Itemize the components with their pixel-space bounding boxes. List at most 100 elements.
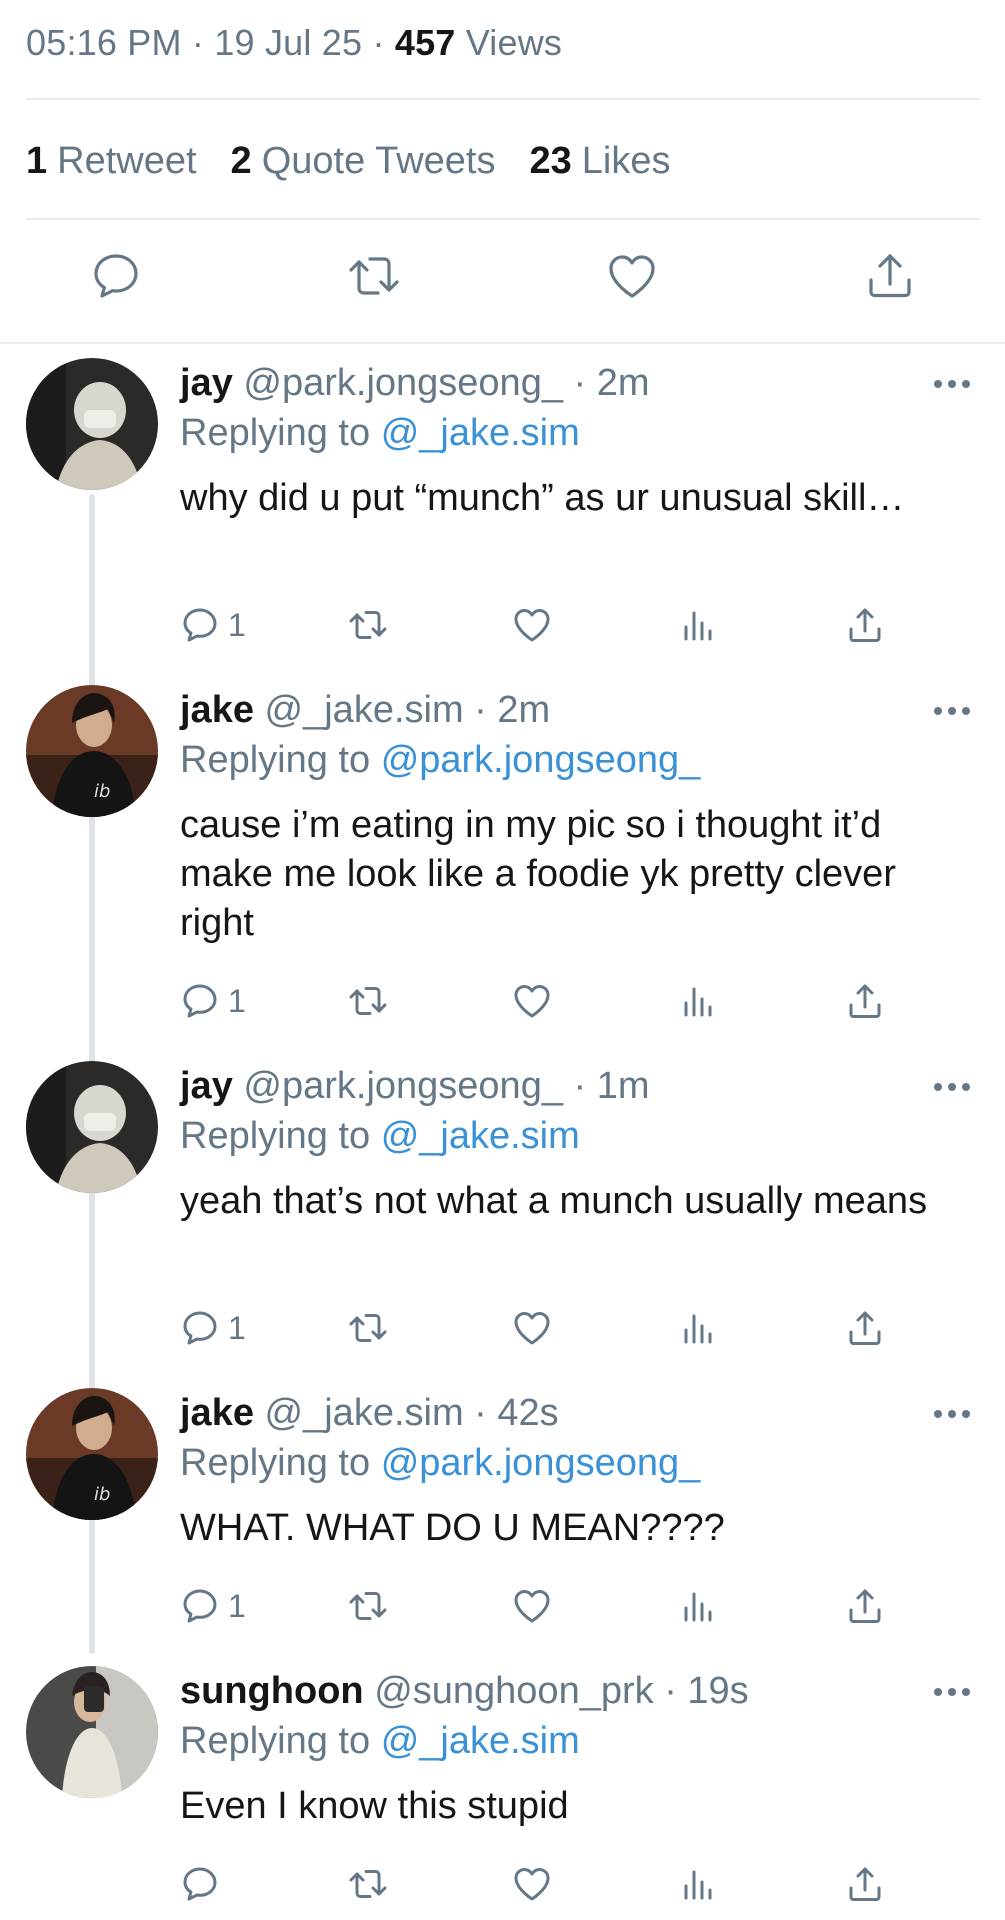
reply-icon [183,1867,217,1901]
reply-count: 1 [228,606,246,643]
user-handle[interactable]: @park.jongseong_ [243,362,563,404]
reply-count: 1 [228,982,246,1019]
views-button[interactable] [678,603,718,647]
reply-text: why did u put “munch” as ur unusual skil… [180,477,905,519]
avatar[interactable] [26,1666,158,1798]
reply-icon [183,984,217,1018]
tweet-date: 19 Jul 25 [214,22,363,63]
reply-header: sunghoon @sunghoon_prk · 19s [180,1670,749,1712]
more-options-icon[interactable] [934,1083,970,1093]
share-icon [849,1867,881,1901]
reply-button[interactable] [180,1862,228,1906]
more-options-icon[interactable] [934,380,970,390]
replying-to: Replying to @_jake.sim [180,1720,580,1762]
share-button[interactable] [845,603,885,647]
reply-time: 1m [596,1065,650,1107]
retweets-stat[interactable]: 1 Retweet [26,140,197,183]
avatar[interactable]: ib [26,685,158,817]
like-icon[interactable] [604,248,660,304]
views-count: 457 [394,22,456,63]
reply-tweet[interactable]: sunghoon @sunghoon_prk · 19s Replying to… [0,1666,1005,1866]
user-handle[interactable]: @_jake.sim [265,1392,464,1434]
share-button[interactable] [845,1306,885,1350]
tweet-time: 05:16 PM [26,22,182,63]
retweet-icon[interactable] [346,248,402,304]
reply-header: jay @park.jongseong_ · 1m [180,1065,650,1107]
share-button[interactable] [845,979,885,1023]
retweet-icon [349,1314,387,1342]
analytics-icon [684,611,712,641]
reply-action-bar: 1 [0,979,1005,1029]
replying-to-link[interactable]: @_jake.sim [381,1115,580,1157]
more-options-icon[interactable] [934,1688,970,1698]
avatar[interactable] [26,358,158,490]
tweet-stats: 1 Retweet 2 Quote Tweets 23 Likes [26,140,670,183]
reply-button[interactable]: 1 [180,603,246,647]
retweet-icon [349,611,387,639]
like-icon [514,1590,550,1623]
like-button[interactable] [512,1862,552,1906]
tweet-action-bar [0,248,1005,320]
views-label: Views [465,22,563,63]
retweet-button[interactable] [348,1862,388,1906]
user-handle[interactable]: @_jake.sim [265,689,464,731]
divider [0,342,1005,344]
replying-to-link[interactable]: @park.jongseong_ [381,1442,701,1484]
views-button[interactable] [678,1862,718,1906]
reply-text: Even I know this stupid [180,1785,569,1827]
more-options-icon[interactable] [934,1410,970,1420]
reply-button[interactable]: 1 [180,1306,246,1350]
replying-to-link[interactable]: @park.jongseong_ [381,739,701,781]
reply-button[interactable]: 1 [180,979,246,1023]
display-name[interactable]: jay [180,362,233,404]
reply-action-bar: 1 [0,1584,1005,1634]
like-icon [514,609,550,642]
analytics-icon [684,1870,712,1900]
replying-to: Replying to @park.jongseong_ [180,1442,701,1484]
share-icon [849,1589,881,1623]
share-button[interactable] [845,1862,885,1906]
share-icon[interactable] [862,248,918,304]
reply-action-bar: 1 [0,603,1005,653]
views-button[interactable] [678,1306,718,1350]
display-name[interactable]: sunghoon [180,1670,364,1712]
reply-header: jake @_jake.sim · 2m [180,689,551,731]
like-button[interactable] [512,1306,552,1350]
reply-icon [183,608,217,642]
like-button[interactable] [512,979,552,1023]
reply-action-bar [0,1862,1005,1912]
svg-text:ib: ib [94,781,110,802]
more-options-icon[interactable] [934,707,970,717]
replying-to-link[interactable]: @_jake.sim [381,412,580,454]
quote-tweets-stat[interactable]: 2 Quote Tweets [231,140,496,183]
views-button[interactable] [678,979,718,1023]
display-name[interactable]: jay [180,1065,233,1107]
views-button[interactable] [678,1584,718,1628]
avatar[interactable] [26,1061,158,1193]
retweet-button[interactable] [348,603,388,647]
display-name[interactable]: jake [180,1392,254,1434]
retweet-button[interactable] [348,1306,388,1350]
tweet-meta: 05:16 PM · 19 Jul 25 · 457 Views [26,22,563,63]
retweet-icon [349,1870,387,1898]
likes-stat[interactable]: 23 Likes [529,140,670,183]
reply-text: WHAT. WHAT DO U MEAN???? [180,1507,725,1549]
display-name[interactable]: jake [180,689,254,731]
like-button[interactable] [512,603,552,647]
share-icon [849,1311,881,1345]
reply-button[interactable]: 1 [180,1584,246,1628]
reply-count: 1 [228,1587,246,1624]
reply-time: 2m [596,362,650,404]
analytics-icon [684,1592,712,1622]
replying-to-link[interactable]: @_jake.sim [381,1720,580,1762]
reply-icon[interactable] [88,248,144,304]
analytics-icon [684,1314,712,1344]
share-button[interactable] [845,1584,885,1628]
avatar[interactable]: ib [26,1388,158,1520]
retweet-button[interactable] [348,1584,388,1628]
share-icon [849,984,881,1018]
like-button[interactable] [512,1584,552,1628]
user-handle[interactable]: @park.jongseong_ [243,1065,563,1107]
retweet-button[interactable] [348,979,388,1023]
user-handle[interactable]: @sunghoon_prk [374,1670,653,1712]
